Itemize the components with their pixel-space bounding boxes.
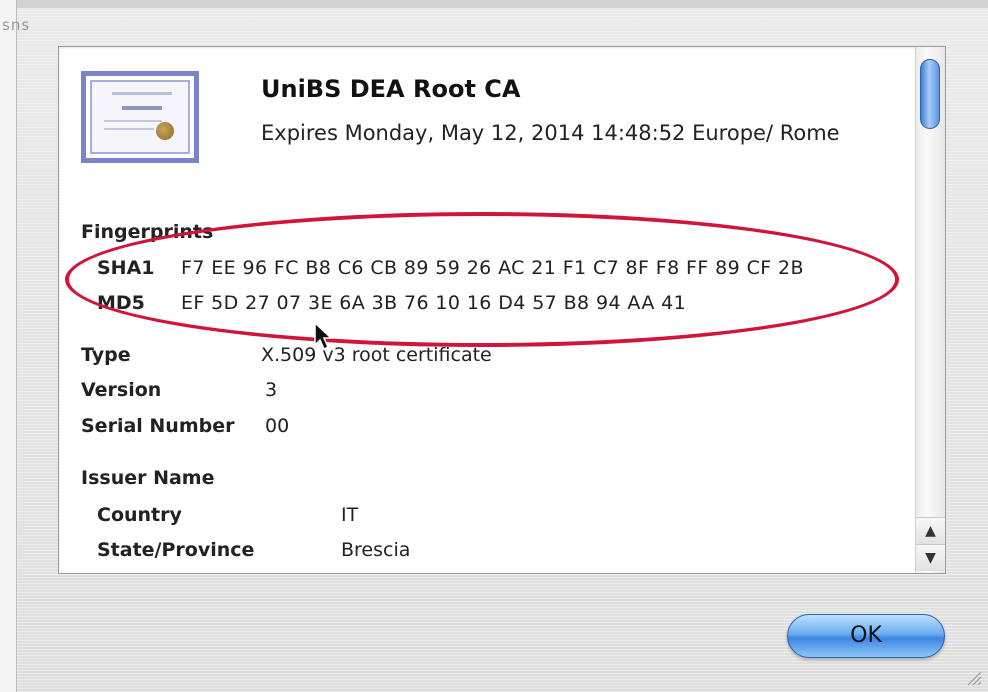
version-label: Version — [81, 379, 162, 401]
serial-number-value: 00 — [265, 415, 290, 437]
background-window-edge: sns — [0, 0, 29, 692]
window-top-edge — [16, 0, 988, 8]
sha1-label: SHA1 — [97, 257, 155, 279]
certificate-icon — [81, 71, 199, 163]
country-label: Country — [97, 504, 182, 526]
scroll-up-arrow-icon[interactable]: ▲ — [916, 517, 945, 544]
cursor-icon — [314, 321, 333, 351]
version-value: 3 — [265, 379, 278, 401]
country-value: IT — [341, 504, 359, 526]
resize-grip-icon[interactable] — [966, 670, 982, 686]
type-value: X.509 v3 root certificate — [261, 344, 492, 366]
scrollbar-thumb[interactable] — [920, 59, 940, 129]
fingerprints-heading: Fingerprints — [81, 221, 214, 243]
sha1-value: F7 EE 96 FC B8 C6 CB 89 59 26 AC 21 F1 C… — [181, 257, 804, 279]
state-province-label: State/Province — [97, 539, 255, 561]
background-window-text: sns — [2, 16, 31, 34]
issuer-name-heading: Issuer Name — [81, 467, 215, 489]
certificate-details-panel[interactable]: UniBS DEA Root CA Expires Monday, May 12… — [58, 46, 946, 574]
state-province-value: Brescia — [341, 539, 411, 561]
vertical-scrollbar[interactable]: ▲ ▼ — [915, 47, 945, 573]
serial-number-label: Serial Number — [81, 415, 235, 437]
md5-label: MD5 — [97, 292, 145, 314]
scroll-down-arrow-icon[interactable]: ▼ — [916, 544, 945, 571]
certificate-details-content: UniBS DEA Root CA Expires Monday, May 12… — [59, 47, 915, 573]
certificate-expiry: Expires Monday, May 12, 2014 14:48:52 Eu… — [261, 121, 840, 145]
ok-button[interactable]: OK — [787, 614, 945, 658]
md5-value: EF 5D 27 07 3E 6A 3B 76 10 16 D4 57 B8 9… — [181, 292, 687, 314]
type-label: Type — [81, 344, 131, 366]
certificate-name: UniBS DEA Root CA — [261, 75, 521, 103]
